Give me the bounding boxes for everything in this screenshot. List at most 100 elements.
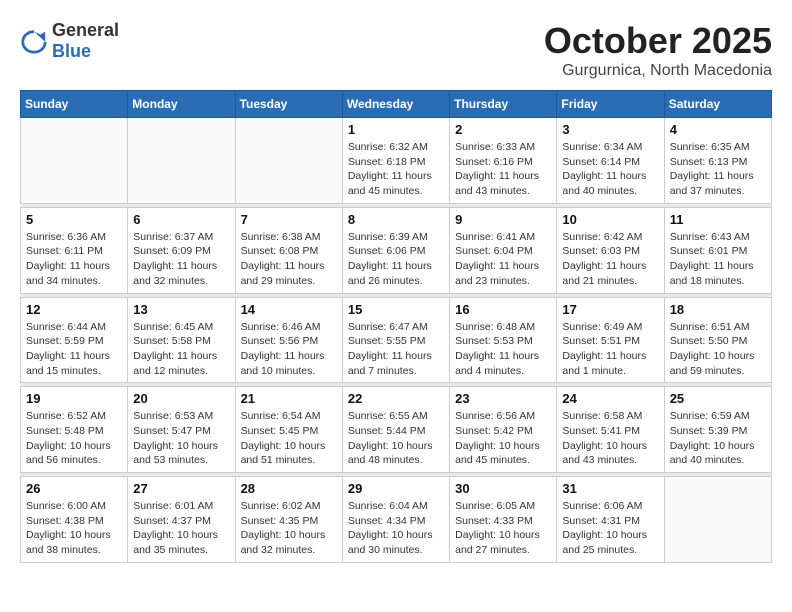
day-info: Sunrise: 6:42 AMSunset: 6:03 PMDaylight:… bbox=[562, 230, 658, 289]
day-number: 19 bbox=[26, 391, 122, 406]
month-title: October 2025 bbox=[544, 20, 772, 62]
day-info: Sunrise: 6:36 AMSunset: 6:11 PMDaylight:… bbox=[26, 230, 122, 289]
day-info: Sunrise: 6:02 AMSunset: 4:35 PMDaylight:… bbox=[241, 499, 337, 558]
day-number: 11 bbox=[670, 212, 766, 227]
calendar-cell: 22 Sunrise: 6:55 AMSunset: 5:44 PMDayligh… bbox=[342, 387, 449, 473]
calendar-cell: 7Sunrise: 6:38 AMSunset: 6:08 PMDaylight… bbox=[235, 207, 342, 293]
day-info: Sunrise: 6:33 AMSunset: 6:16 PMDaylight:… bbox=[455, 140, 551, 199]
day-number: 28 bbox=[241, 481, 337, 496]
calendar-week-row: 5 Sunrise: 6:36 AMSunset: 6:11 PMDaylight… bbox=[21, 207, 772, 293]
day-number: 30 bbox=[455, 481, 551, 496]
calendar-cell: 30Sunrise: 6:05 AMSunset: 4:33 PMDayligh… bbox=[450, 477, 557, 563]
day-info: Sunrise: 6:44 AMSunset: 5:59 PMDaylight:… bbox=[26, 320, 122, 379]
day-number: 29 bbox=[348, 481, 444, 496]
calendar-cell: 21Sunrise: 6:54 AMSunset: 5:45 PMDayligh… bbox=[235, 387, 342, 473]
weekday-header: Friday bbox=[557, 91, 664, 118]
calendar-cell: 11 Sunrise: 6:43 AMSunset: 6:01 PMDayligh… bbox=[664, 207, 771, 293]
day-number: 2 bbox=[455, 122, 551, 137]
calendar-cell: 17Sunrise: 6:49 AMSunset: 5:51 PMDayligh… bbox=[557, 297, 664, 383]
day-number: 16 bbox=[455, 302, 551, 317]
calendar-cell: 14 Sunrise: 6:46 AMSunset: 5:56 PMDayligh… bbox=[235, 297, 342, 383]
title-area: October 2025 Gurgurnica, North Macedonia bbox=[544, 20, 772, 80]
day-info: Sunrise: 6:59 AMSunset: 5:39 PMDaylight:… bbox=[670, 409, 766, 468]
calendar-cell: 2 Sunrise: 6:33 AMSunset: 6:16 PMDaylight… bbox=[450, 118, 557, 204]
calendar-cell: 9 Sunrise: 6:41 AMSunset: 6:04 PMDaylight… bbox=[450, 207, 557, 293]
calendar-cell: 20 Sunrise: 6:53 AMSunset: 5:47 PMDayligh… bbox=[128, 387, 235, 473]
day-number: 18 bbox=[670, 302, 766, 317]
calendar-cell: 10 Sunrise: 6:42 AMSunset: 6:03 PMDayligh… bbox=[557, 207, 664, 293]
day-number: 14 bbox=[241, 302, 337, 317]
calendar-cell: 6 Sunrise: 6:37 AMSunset: 6:09 PMDaylight… bbox=[128, 207, 235, 293]
calendar-cell: 23 Sunrise: 6:56 AMSunset: 5:42 PMDayligh… bbox=[450, 387, 557, 473]
day-number: 24 bbox=[562, 391, 658, 406]
calendar-week-row: 12 Sunrise: 6:44 AMSunset: 5:59 PMDayligh… bbox=[21, 297, 772, 383]
logo-blue: Blue bbox=[52, 41, 91, 61]
day-info: Sunrise: 6:04 AMSunset: 4:34 PMDaylight:… bbox=[348, 499, 444, 558]
day-number: 17 bbox=[562, 302, 658, 317]
calendar-week-row: 19Sunrise: 6:52 AMSunset: 5:48 PMDayligh… bbox=[21, 387, 772, 473]
calendar-cell bbox=[664, 477, 771, 563]
weekday-header: Saturday bbox=[664, 91, 771, 118]
calendar-cell: 26 Sunrise: 6:00 AMSunset: 4:38 PMDayligh… bbox=[21, 477, 128, 563]
calendar-cell: 3 Sunrise: 6:34 AMSunset: 6:14 PMDaylight… bbox=[557, 118, 664, 204]
calendar-cell bbox=[21, 118, 128, 204]
weekday-header-row: SundayMondayTuesdayWednesdayThursdayFrid… bbox=[21, 91, 772, 118]
day-info: Sunrise: 6:54 AMSunset: 5:45 PMDaylight:… bbox=[241, 409, 337, 468]
day-number: 3 bbox=[562, 122, 658, 137]
day-number: 5 bbox=[26, 212, 122, 227]
logo-text: General Blue bbox=[52, 20, 119, 62]
day-number: 7 bbox=[241, 212, 337, 227]
day-number: 6 bbox=[133, 212, 229, 227]
calendar-cell: 4 Sunrise: 6:35 AMSunset: 6:13 PMDaylight… bbox=[664, 118, 771, 204]
day-info: Sunrise: 6:00 AMSunset: 4:38 PMDaylight:… bbox=[26, 499, 122, 558]
day-number: 25 bbox=[670, 391, 766, 406]
day-info: Sunrise: 6:51 AMSunset: 5:50 PMDaylight:… bbox=[670, 320, 766, 379]
calendar-cell: 15 Sunrise: 6:47 AMSunset: 5:55 PMDayligh… bbox=[342, 297, 449, 383]
logo-general: General bbox=[52, 20, 119, 40]
calendar-week-row: 1 Sunrise: 6:32 AMSunset: 6:18 PMDaylight… bbox=[21, 118, 772, 204]
day-info: Sunrise: 6:35 AMSunset: 6:13 PMDaylight:… bbox=[670, 140, 766, 199]
calendar-cell: 13 Sunrise: 6:45 AMSunset: 5:58 PMDayligh… bbox=[128, 297, 235, 383]
day-number: 15 bbox=[348, 302, 444, 317]
calendar-cell: 12 Sunrise: 6:44 AMSunset: 5:59 PMDayligh… bbox=[21, 297, 128, 383]
day-number: 4 bbox=[670, 122, 766, 137]
calendar-cell: 18 Sunrise: 6:51 AMSunset: 5:50 PMDayligh… bbox=[664, 297, 771, 383]
day-info: Sunrise: 6:48 AMSunset: 5:53 PMDaylight:… bbox=[455, 320, 551, 379]
day-info: Sunrise: 6:37 AMSunset: 6:09 PMDaylight:… bbox=[133, 230, 229, 289]
calendar-cell: 5 Sunrise: 6:36 AMSunset: 6:11 PMDaylight… bbox=[21, 207, 128, 293]
calendar-week-row: 26 Sunrise: 6:00 AMSunset: 4:38 PMDayligh… bbox=[21, 477, 772, 563]
day-number: 9 bbox=[455, 212, 551, 227]
day-number: 13 bbox=[133, 302, 229, 317]
weekday-header: Sunday bbox=[21, 91, 128, 118]
calendar-cell: 16 Sunrise: 6:48 AMSunset: 5:53 PMDayligh… bbox=[450, 297, 557, 383]
calendar-cell: 27 Sunrise: 6:01 AMSunset: 4:37 PMDayligh… bbox=[128, 477, 235, 563]
day-info: Sunrise: 6:55 AMSunset: 5:44 PMDaylight:… bbox=[348, 409, 444, 468]
day-info: Sunrise: 6:53 AMSunset: 5:47 PMDaylight:… bbox=[133, 409, 229, 468]
calendar-cell: 19Sunrise: 6:52 AMSunset: 5:48 PMDayligh… bbox=[21, 387, 128, 473]
day-info: Sunrise: 6:46 AMSunset: 5:56 PMDaylight:… bbox=[241, 320, 337, 379]
day-info: Sunrise: 6:34 AMSunset: 6:14 PMDaylight:… bbox=[562, 140, 658, 199]
day-number: 20 bbox=[133, 391, 229, 406]
weekday-header: Tuesday bbox=[235, 91, 342, 118]
day-info: Sunrise: 6:45 AMSunset: 5:58 PMDaylight:… bbox=[133, 320, 229, 379]
weekday-header: Thursday bbox=[450, 91, 557, 118]
calendar-cell: 28 Sunrise: 6:02 AMSunset: 4:35 PMDayligh… bbox=[235, 477, 342, 563]
day-info: Sunrise: 6:32 AMSunset: 6:18 PMDaylight:… bbox=[348, 140, 444, 199]
day-number: 22 bbox=[348, 391, 444, 406]
day-number: 26 bbox=[26, 481, 122, 496]
day-info: Sunrise: 6:58 AMSunset: 5:41 PMDaylight:… bbox=[562, 409, 658, 468]
day-info: Sunrise: 6:01 AMSunset: 4:37 PMDaylight:… bbox=[133, 499, 229, 558]
day-number: 10 bbox=[562, 212, 658, 227]
day-info: Sunrise: 6:43 AMSunset: 6:01 PMDaylight:… bbox=[670, 230, 766, 289]
day-number: 1 bbox=[348, 122, 444, 137]
day-number: 23 bbox=[455, 391, 551, 406]
day-info: Sunrise: 6:41 AMSunset: 6:04 PMDaylight:… bbox=[455, 230, 551, 289]
day-number: 8 bbox=[348, 212, 444, 227]
day-number: 31 bbox=[562, 481, 658, 496]
day-number: 27 bbox=[133, 481, 229, 496]
day-number: 12 bbox=[26, 302, 122, 317]
calendar-cell: 8Sunrise: 6:39 AMSunset: 6:06 PMDaylight… bbox=[342, 207, 449, 293]
day-info: Sunrise: 6:56 AMSunset: 5:42 PMDaylight:… bbox=[455, 409, 551, 468]
calendar-cell bbox=[128, 118, 235, 204]
day-info: Sunrise: 6:47 AMSunset: 5:55 PMDaylight:… bbox=[348, 320, 444, 379]
